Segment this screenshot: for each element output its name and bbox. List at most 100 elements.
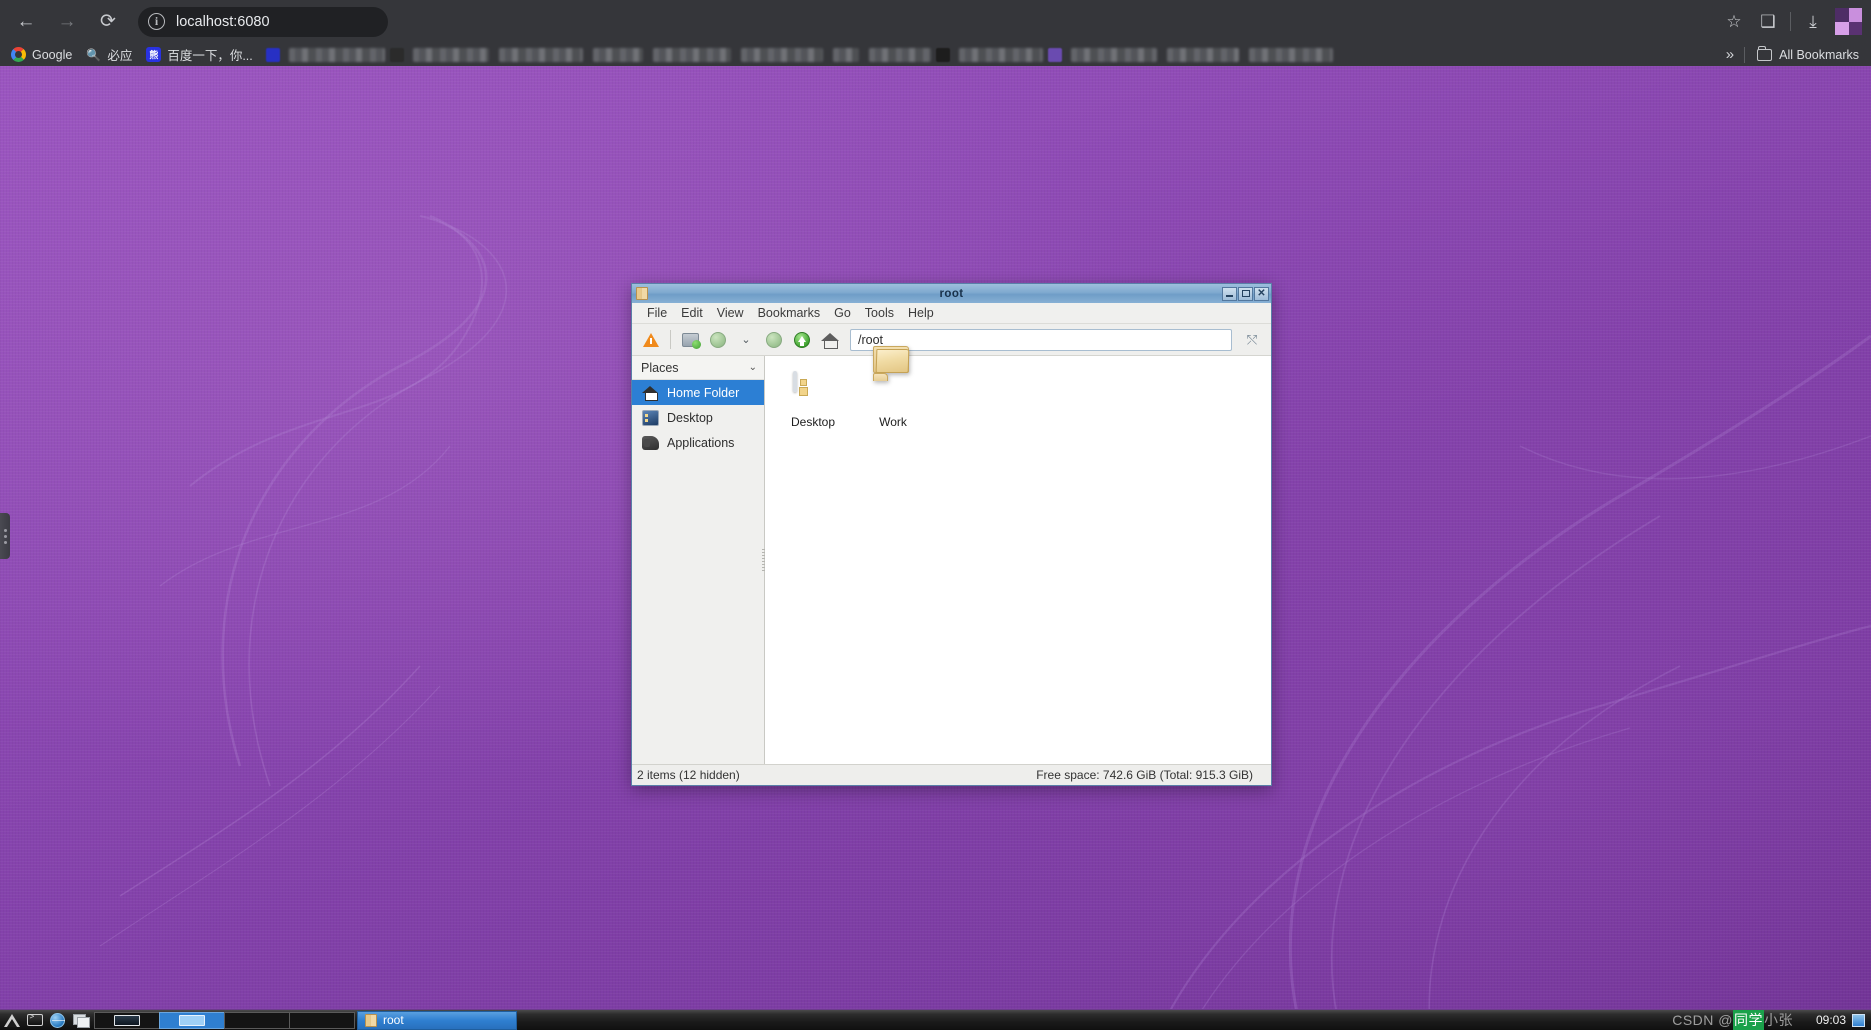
taskbar-launchers	[0, 1010, 92, 1030]
home-icon	[642, 385, 659, 401]
reload-button[interactable]: ⟳	[90, 4, 126, 40]
bookmark-google[interactable]: Google	[4, 44, 79, 65]
clock[interactable]: 09:03	[1816, 1013, 1846, 1027]
menu-edit[interactable]: Edit	[674, 304, 710, 322]
all-bookmarks-label: All Bookmarks	[1779, 48, 1859, 62]
browser-nav-row: ← → ⟳ i localhost:6080 ☆ ❑ ⤓	[0, 0, 1871, 43]
file-list-pane[interactable]: Desktop Work	[765, 356, 1271, 764]
blurred-bookmark[interactable]	[736, 48, 828, 62]
address-bar-url: localhost:6080	[176, 14, 270, 30]
window-title: root	[632, 288, 1271, 300]
forward-button[interactable]: →	[49, 4, 85, 40]
status-bar: 2 items (12 hidden) Free space: 742.6 Gi…	[632, 764, 1271, 785]
minimize-button[interactable]	[1222, 287, 1237, 301]
extensions-icon[interactable]: ❑	[1751, 5, 1785, 39]
bookmark-star-icon[interactable]: ☆	[1717, 5, 1751, 39]
file-manager-toolbar: ⌄ /root ⤲	[632, 324, 1271, 356]
bookmark-label: 必应	[107, 45, 132, 64]
go-up-icon[interactable]	[789, 327, 815, 353]
bookmarks-overflow-button[interactable]: »	[1716, 46, 1744, 63]
blurred-bookmark[interactable]	[864, 48, 936, 62]
folder-icon	[365, 1014, 377, 1027]
warning-triangle-icon[interactable]	[638, 327, 664, 353]
menu-bar: File Edit View Bookmarks Go Tools Help	[632, 303, 1271, 324]
terminal-icon[interactable]	[23, 1010, 46, 1030]
places-header[interactable]: Places ⌄	[632, 356, 764, 380]
back-button[interactable]: ←	[8, 4, 44, 40]
folder-icon	[1757, 49, 1772, 61]
sidebar-item-desktop[interactable]: Desktop	[632, 405, 764, 430]
sidebar-item-applications[interactable]: Applications	[632, 430, 764, 455]
tray-icon[interactable]	[1852, 1014, 1865, 1027]
file-manager-icon[interactable]	[69, 1010, 92, 1030]
blurred-bookmark[interactable]	[1048, 48, 1162, 62]
applications-menu-icon[interactable]	[0, 1010, 23, 1030]
sidebar-resize-grip[interactable]	[762, 549, 765, 571]
bookmark-label: Google	[32, 48, 72, 62]
file-item-desktop[interactable]: Desktop	[775, 368, 851, 433]
close-button[interactable]: ✕	[1254, 287, 1269, 301]
baidu-icon: 熊	[146, 47, 161, 62]
profile-avatar[interactable]	[1835, 8, 1862, 35]
blurred-bookmark[interactable]	[390, 48, 494, 62]
blurred-bookmark[interactable]	[936, 48, 1048, 62]
workspace-1[interactable]	[94, 1012, 160, 1029]
status-item-count: 2 items (12 hidden)	[632, 768, 740, 782]
taskbar-window-label: root	[383, 1013, 404, 1027]
history-dropdown-chevron-down-icon[interactable]: ⌄	[733, 327, 759, 353]
desktop-wallpaper[interactable]: root ✕ File Edit View Bookmarks Go Tools…	[0, 66, 1871, 1030]
chevron-down-icon[interactable]: ⌄	[749, 362, 757, 373]
blurred-bookmark[interactable]	[494, 48, 588, 62]
maximize-button[interactable]	[1238, 287, 1253, 301]
back-navigation-icon[interactable]	[705, 327, 731, 353]
site-info-icon[interactable]: i	[148, 13, 165, 30]
new-tab-icon[interactable]	[677, 327, 703, 353]
sidebar-item-home-folder[interactable]: Home Folder	[632, 380, 764, 405]
bookmark-baidu[interactable]: 熊 百度一下，你...	[139, 44, 259, 65]
taskbar-window-root[interactable]: root	[357, 1011, 517, 1030]
all-bookmarks-button[interactable]: All Bookmarks	[1745, 48, 1867, 62]
window-controls: ✕	[1222, 287, 1269, 301]
file-manager-window[interactable]: root ✕ File Edit View Bookmarks Go Tools…	[631, 283, 1272, 786]
bookmark-label-blurred	[653, 48, 731, 62]
applications-icon	[642, 436, 659, 450]
workspace-3[interactable]	[224, 1012, 290, 1029]
menu-tools[interactable]: Tools	[858, 304, 901, 322]
menu-view[interactable]: View	[710, 304, 751, 322]
blurred-bookmark[interactable]	[828, 48, 864, 62]
bookmark-label-blurred	[959, 48, 1043, 62]
refresh-icon[interactable]: ⤲	[1239, 327, 1265, 353]
home-icon[interactable]	[817, 327, 843, 353]
blurred-bookmark[interactable]	[648, 48, 736, 62]
edge-drag-handle[interactable]	[0, 513, 10, 559]
menu-go[interactable]: Go	[827, 304, 858, 322]
workspace-2[interactable]	[159, 1012, 225, 1029]
menu-bookmarks[interactable]: Bookmarks	[751, 304, 828, 322]
favicon	[390, 48, 404, 62]
favicon	[1048, 48, 1062, 62]
workspace-4[interactable]	[289, 1012, 355, 1029]
forward-navigation-icon[interactable]	[761, 327, 787, 353]
bookmark-bing[interactable]: 🔍 必应	[79, 44, 139, 65]
download-icon[interactable]: ⤓	[1796, 5, 1830, 39]
blurred-bookmark[interactable]	[266, 48, 390, 62]
sidebar-item-label: Applications	[667, 436, 734, 450]
bookmark-label-blurred	[1249, 48, 1333, 62]
address-bar[interactable]: i localhost:6080	[138, 7, 388, 37]
window-title-bar[interactable]: root ✕	[632, 284, 1271, 303]
menu-file[interactable]: File	[640, 304, 674, 322]
taskbar: root 09:03	[0, 1009, 1871, 1030]
menu-help[interactable]: Help	[901, 304, 941, 322]
file-item-work[interactable]: Work	[855, 368, 931, 433]
web-browser-icon[interactable]	[46, 1010, 69, 1030]
toolbar-divider	[1790, 12, 1791, 31]
blurred-bookmark[interactable]	[1162, 48, 1244, 62]
bookmark-label: 百度一下，你...	[167, 45, 252, 64]
workspace-pager	[94, 1010, 354, 1030]
bookmark-label-blurred	[1167, 48, 1239, 62]
bookmark-label-blurred	[593, 48, 643, 62]
bookmark-label-blurred	[741, 48, 823, 62]
blurred-bookmark[interactable]	[588, 48, 648, 62]
places-header-label: Places	[641, 361, 679, 375]
blurred-bookmark[interactable]	[1244, 48, 1338, 62]
